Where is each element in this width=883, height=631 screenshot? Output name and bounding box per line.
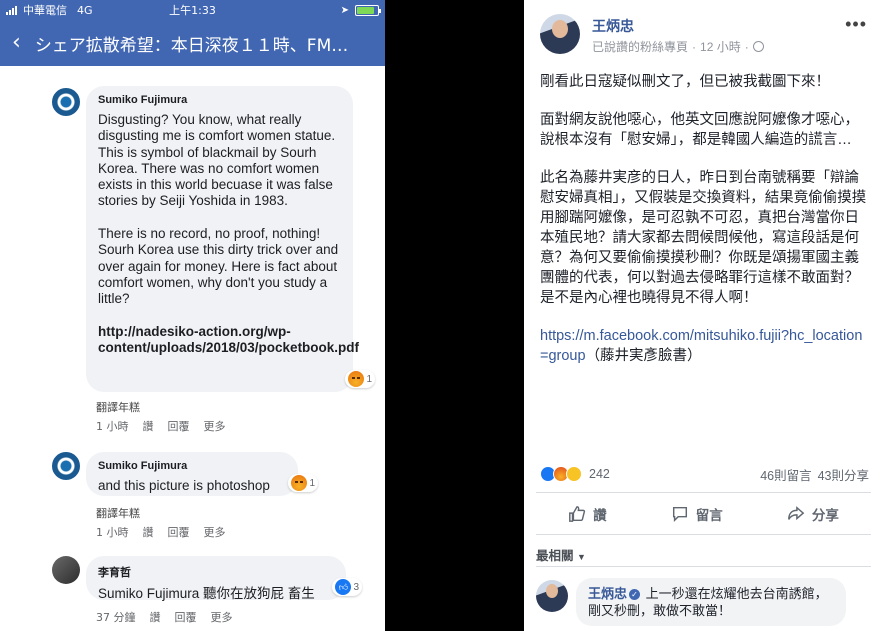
divider bbox=[536, 534, 871, 535]
thread-title: シェア拡散希望：本日深夜１１時、FM… bbox=[34, 35, 349, 56]
reaction-total[interactable]: 242 bbox=[589, 467, 610, 481]
comment-text: Sumiko Fujimura 聽你在放狗屁 畜生 bbox=[98, 586, 315, 601]
reaction-icons[interactable] bbox=[540, 466, 582, 482]
share-button[interactable]: 分享 bbox=[787, 504, 839, 524]
share-label: 分享 bbox=[811, 508, 839, 523]
comment-bubble: Sumiko Fujimura and this picture is phot… bbox=[86, 452, 318, 496]
comment-text: and this picture is photoshop bbox=[98, 478, 270, 493]
comment-button[interactable]: 留言 bbox=[671, 504, 723, 524]
comment-actions: 1 小時 讚 回覆 更多 bbox=[96, 524, 226, 540]
globe-icon bbox=[752, 41, 764, 52]
share-arrow-icon bbox=[787, 506, 805, 521]
comment-text: Disgusting? You know, what really disgus… bbox=[98, 112, 359, 356]
like-link[interactable]: 讚 bbox=[150, 609, 161, 625]
network-type: 4G bbox=[77, 3, 93, 17]
reaction-count: 1 bbox=[309, 477, 315, 489]
post-meta: 已說讚的粉絲專頁 · 12 小時 · bbox=[592, 38, 764, 55]
thumbs-up-icon bbox=[569, 506, 586, 522]
battery-icon bbox=[355, 4, 381, 16]
commenter-name[interactable]: 李育哲 bbox=[98, 564, 334, 580]
comment-body: Disgusting? You know, what really disgus… bbox=[98, 112, 339, 307]
reaction-badge[interactable]: 1 bbox=[345, 370, 375, 388]
page-liked-label[interactable]: 已說讚的粉絲專頁 bbox=[592, 38, 688, 55]
post-author[interactable]: 王炳忠 bbox=[592, 16, 634, 36]
post-text: 剛看此日寇疑似刪文了，但已被我截圖下來！ 面對網友說他噁心，他英文回應說阿嬤像才… bbox=[540, 72, 870, 384]
more-link[interactable]: 更多 bbox=[204, 524, 226, 540]
speech-bubble-icon bbox=[672, 506, 687, 523]
post-header: 王炳忠 已說讚的粉絲專頁 · 12 小時 · ••• bbox=[540, 14, 871, 58]
nav-bar: ‹ シェア拡散希望：本日深夜１１時、FM… bbox=[0, 20, 385, 66]
post-time[interactable]: 12 小時 bbox=[700, 38, 741, 55]
like-reaction-icon: 👍︎ bbox=[335, 579, 352, 595]
carrier-name: 中華電信 bbox=[23, 4, 67, 17]
link-note: （藤井実彥臉書） bbox=[585, 348, 702, 364]
back-arrow-icon[interactable]: ‹ bbox=[12, 32, 21, 54]
commenter-name[interactable]: Sumiko Fujimura bbox=[98, 460, 286, 472]
divider bbox=[536, 492, 871, 493]
angry-reaction-icon bbox=[291, 475, 308, 491]
chevron-down-icon: ▼ bbox=[577, 552, 586, 562]
like-link[interactable]: 讚 bbox=[143, 524, 154, 540]
like-button[interactable]: 讚 bbox=[568, 504, 607, 524]
comment-label: 留言 bbox=[695, 508, 723, 523]
comment-actions: 37 分鐘 讚 回覆 更多 bbox=[96, 609, 233, 625]
more-options-button[interactable]: ••• bbox=[845, 14, 867, 35]
reaction-count: 3 bbox=[353, 581, 359, 593]
reactions-summary: 242 46則留言 43則分享 bbox=[540, 464, 869, 484]
commenter-name[interactable]: Sumiko Fujimura bbox=[98, 94, 341, 106]
post-paragraph: 此名為藤井実彦的日人，昨日到台南號稱要「辯論慰安婦真相」，又假裝是交換資料，結果… bbox=[540, 170, 867, 306]
reaction-badge[interactable]: 1 bbox=[288, 474, 318, 492]
comment-sort-dropdown[interactable]: 最相關 ▼ bbox=[536, 545, 586, 564]
reply-author[interactable]: 王炳忠 bbox=[588, 586, 627, 601]
status-bar: 中華電信 4G 上午1:33 ➤ bbox=[0, 0, 385, 20]
more-link[interactable]: 更多 bbox=[204, 418, 226, 434]
comment-bubble: 李育哲 Sumiko Fujimura 聽你在放狗屁 畜生 👍︎ 3 bbox=[86, 556, 362, 601]
like-label: 讚 bbox=[593, 508, 607, 523]
comment-count[interactable]: 46則留言 bbox=[760, 465, 811, 484]
post-paragraph: 剛看此日寇疑似刪文了，但已被我截圖下來！ bbox=[540, 74, 830, 90]
reply-link[interactable]: 回覆 bbox=[175, 609, 197, 625]
translate-link[interactable]: 翻譯年糕 bbox=[96, 505, 140, 521]
comment-time: 1 小時 bbox=[96, 420, 129, 433]
reply-bubble: 王炳忠 ✓ 上一秒還在炫耀他去台南誘館，剛又秒刪，敢做不敢當！ bbox=[576, 578, 846, 626]
author-avatar[interactable] bbox=[540, 14, 580, 54]
verified-badge-icon: ✓ bbox=[629, 589, 641, 600]
post-paragraph: 面對網友說他噁心，他英文回應說阿嬤像才噁心，說根本沒有「慰安婦」，都是韓國人編造… bbox=[540, 112, 859, 148]
sort-label: 最相關 bbox=[536, 549, 574, 563]
mobile-comment-thread: 中華電信 4G 上午1:33 ➤ ‹ シェア拡散希望：本日深夜１１時、FM… S… bbox=[0, 0, 385, 631]
divider bbox=[536, 566, 871, 567]
comment-link[interactable]: http://nadesiko-action.org/wp-content/up… bbox=[98, 324, 359, 355]
like-link[interactable]: 讚 bbox=[143, 418, 154, 434]
wow-reaction-icon bbox=[566, 466, 582, 482]
reply-link[interactable]: 回覆 bbox=[168, 524, 190, 540]
comment-actions: 1 小時 讚 回覆 更多 bbox=[96, 418, 226, 434]
signal-icon bbox=[6, 5, 17, 15]
post-action-bar: 讚 留言 分享 bbox=[536, 496, 871, 532]
share-count[interactable]: 43則分享 bbox=[818, 465, 869, 484]
commenter-avatar[interactable] bbox=[52, 88, 80, 116]
comment-time: 1 小時 bbox=[96, 526, 129, 539]
location-icon: ➤ bbox=[340, 4, 349, 16]
reaction-badge[interactable]: 👍︎ 3 bbox=[332, 578, 362, 596]
angry-reaction-icon bbox=[348, 371, 365, 387]
reply-author-avatar[interactable] bbox=[536, 580, 568, 612]
commenter-avatar[interactable] bbox=[52, 556, 80, 584]
reply-link[interactable]: 回覆 bbox=[168, 418, 190, 434]
comment-time: 37 分鐘 bbox=[96, 611, 136, 624]
facebook-post: 王炳忠 已說讚的粉絲專頁 · 12 小時 · ••• 剛看此日寇疑似刪文了，但已… bbox=[524, 0, 883, 631]
carrier-info: 中華電信 4G bbox=[6, 2, 93, 18]
translate-link[interactable]: 翻譯年糕 bbox=[96, 399, 140, 415]
reaction-count: 1 bbox=[366, 373, 372, 385]
comment-bubble: Sumiko Fujimura Disgusting? You know, wh… bbox=[86, 86, 375, 392]
more-link[interactable]: 更多 bbox=[211, 609, 233, 625]
commenter-avatar[interactable] bbox=[52, 452, 80, 480]
